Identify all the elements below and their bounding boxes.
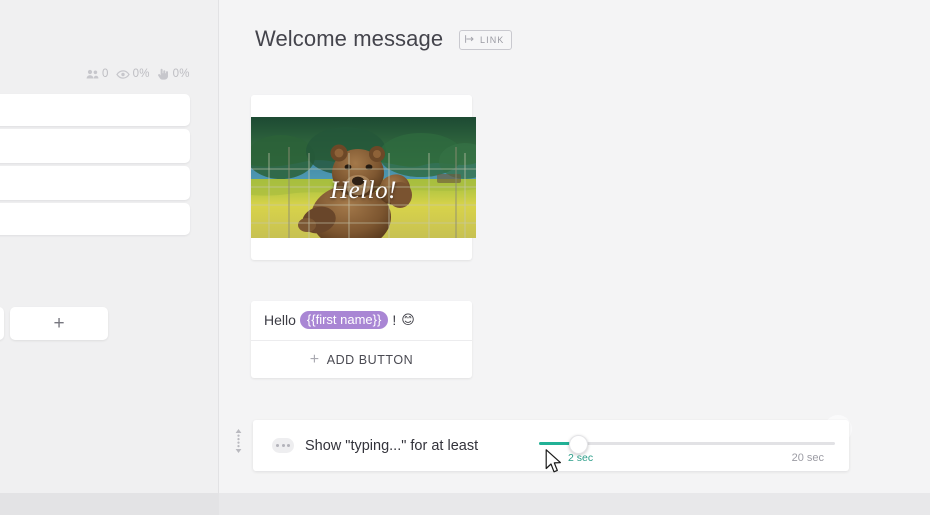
text-message-card[interactable]: Hello {{first name}} ! 😊 + ADD BUTTON <box>251 301 472 378</box>
bottom-strip <box>0 493 930 515</box>
plus-icon: + <box>309 350 320 368</box>
users-icon <box>86 69 99 80</box>
message-text-row[interactable]: Hello {{first name}} ! 😊 <box>251 301 472 341</box>
variable-token[interactable]: {{first name}} <box>299 311 389 329</box>
link-badge-label: LINK <box>480 35 505 45</box>
stat-open-rate-value: 0% <box>132 68 150 80</box>
stat-open-rate: 0% <box>115 68 150 80</box>
app-root: 0 0% 0% + Welcome message LINK Hello! He… <box>0 0 930 515</box>
enter-arrow-icon <box>465 31 476 49</box>
drag-vertical-icon[interactable] <box>232 428 244 454</box>
bear-image: Hello! <box>251 117 476 238</box>
main-panel: Welcome message LINK Hello! Hello {{firs… <box>219 0 930 515</box>
show-video-button[interactable]: Show video <box>0 307 4 340</box>
sidebar-card-2[interactable]: oft Sell <box>0 166 190 200</box>
stat-subscribers: 0 <box>86 68 109 80</box>
stat-click-rate: 0% <box>157 68 190 80</box>
stat-click-rate-value: 0% <box>172 68 190 80</box>
typing-bubble-icon <box>272 438 294 453</box>
add-block-button[interactable]: + <box>10 307 108 340</box>
typing-delay-slider[interactable]: 2 sec 20 sec <box>539 420 835 471</box>
stats-row: 0 0% 0% <box>86 68 190 80</box>
slider-track-fill <box>539 442 570 445</box>
stat-subscribers-value: 0 <box>102 68 109 80</box>
smiley-emoji: 😊 <box>401 312 415 327</box>
eye-icon <box>115 69 130 80</box>
sidebar-card-3[interactable] <box>0 203 190 235</box>
sidebar-card-0[interactable] <box>0 94 190 126</box>
bottom-strip-sidebar-segment <box>0 493 219 515</box>
image-overlay-text: Hello! <box>330 176 397 204</box>
click-hand-icon <box>157 68 170 80</box>
sidebar-actions: Show video + <box>0 307 108 340</box>
sidebar-card-1[interactable]: age <box>0 129 190 163</box>
typing-delay-card[interactable]: Show "typing..." for at least 2 sec 20 s… <box>253 420 849 471</box>
page-title: Welcome message <box>255 26 444 51</box>
typing-delay-label: Show "typing..." for at least <box>305 437 479 454</box>
add-button-label: ADD BUTTON <box>326 352 414 367</box>
add-button-row[interactable]: + ADD BUTTON <box>251 341 472 378</box>
left-sidebar: 0 0% 0% + <box>0 0 219 515</box>
sidebar-card-list: age oft Sell <box>0 94 190 238</box>
image-message-card[interactable]: Hello! <box>251 95 476 260</box>
message-text-suffix: ! <box>392 312 397 328</box>
slider-max-value: 20 sec <box>791 452 824 464</box>
slider-current-value: 2 sec <box>568 452 594 464</box>
link-badge[interactable]: LINK <box>459 30 513 50</box>
message-text-prefix: Hello <box>264 312 296 328</box>
